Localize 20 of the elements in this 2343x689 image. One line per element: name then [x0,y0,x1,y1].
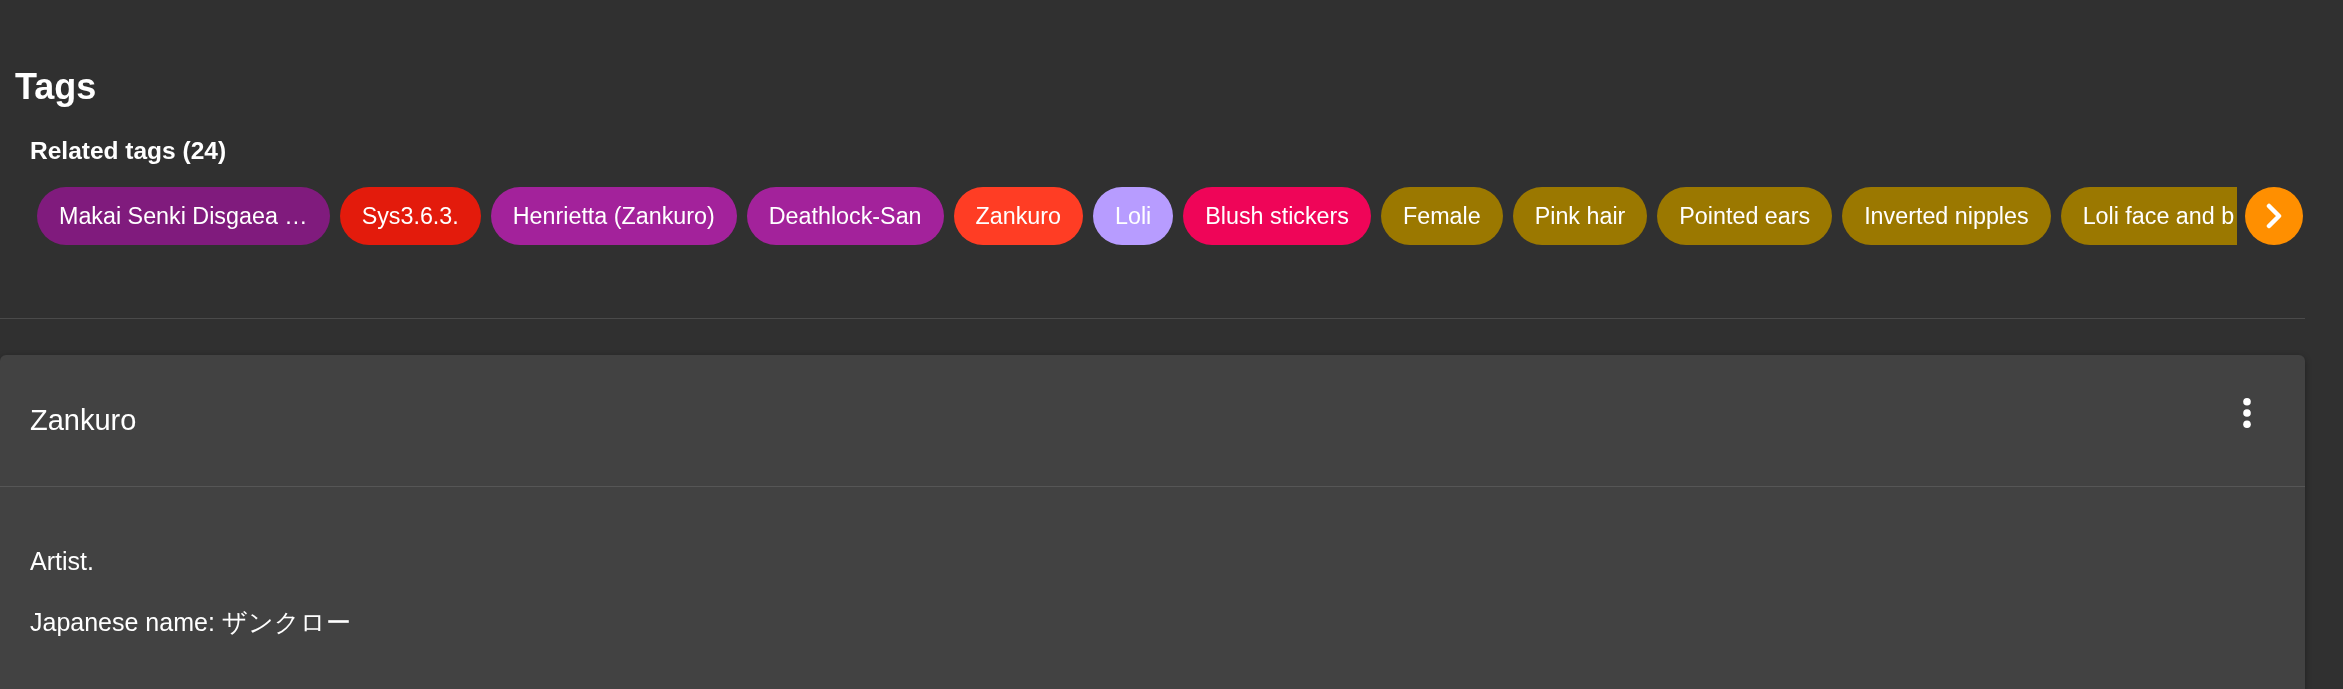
tag-chip[interactable]: Sys3.6.3. [339,187,481,245]
card-title: Zankuro [30,404,137,437]
description-text: Japanese name: ザンクロー [30,607,351,638]
tag-chip[interactable]: Loli face and b [2060,187,2238,245]
description-text: Artist. [30,546,94,577]
tag-chip[interactable]: Inverted nipples [1842,187,2051,245]
tag-chip[interactable]: Deathlock-San [746,187,944,245]
page-title: Tags [15,65,97,108]
chevron-right-icon [2266,203,2283,229]
tag-chip[interactable]: Female [1381,187,1503,245]
tag-chip[interactable]: Makai Senki Disgaea … [37,187,330,245]
tag-chip[interactable]: Blush stickers [1183,187,1371,245]
scroll-right-button[interactable] [2245,187,2304,245]
tag-chip[interactable]: Zankuro [953,187,1083,245]
tag-chip[interactable]: Loli [1093,187,1174,245]
related-tags-heading: Related tags (24) [30,136,227,166]
tag-chip[interactable]: Pointed ears [1657,187,1833,245]
tag-chip[interactable]: Henrietta (Zankuro) [490,187,737,245]
tag-chip[interactable]: Pink hair [1512,187,1648,245]
more-options-icon[interactable] [2243,397,2251,428]
